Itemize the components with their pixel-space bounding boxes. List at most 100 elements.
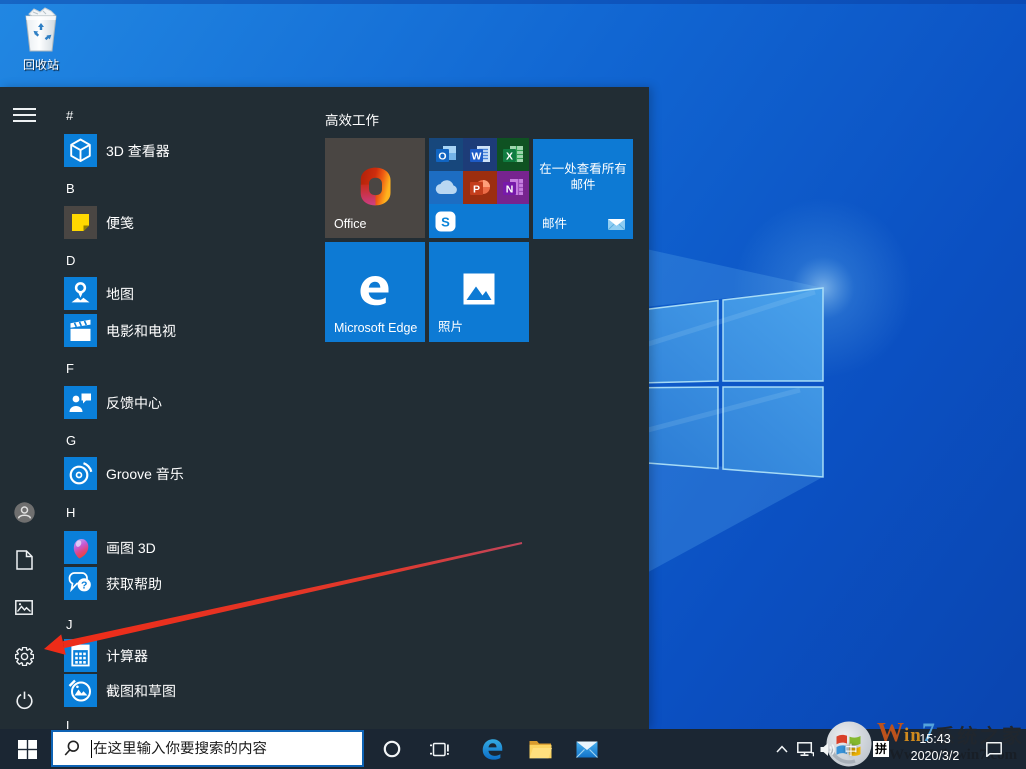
sticky-notes-icon (72, 214, 89, 231)
app-label: 地图 (106, 285, 134, 302)
svg-text:X: X (506, 150, 513, 162)
section-letter[interactable]: D (66, 253, 75, 268)
tray-ime-mode[interactable]: 中 (840, 729, 862, 769)
action-center-button[interactable] (978, 729, 1008, 769)
app-item-3d-viewer[interactable]: 3D 查看器 (64, 134, 170, 167)
svg-text:P: P (473, 183, 480, 195)
outlook-mini: O (429, 138, 463, 171)
tile-label: Microsoft Edge (334, 321, 418, 335)
desktop: 回收站 # 3D 查看器 B 便笺 D 地图 电影和电视 F 反馈中心 G Gr… (0, 0, 1026, 769)
app-label: 截图和草图 (106, 682, 176, 699)
section-letter[interactable]: # (66, 108, 73, 123)
onenote-mini: N (497, 171, 529, 204)
app-item-groove-music[interactable]: Groove 音乐 (64, 457, 184, 490)
photos-logo (463, 273, 495, 305)
section-letter[interactable]: B (66, 181, 75, 196)
word-icon: W (470, 145, 490, 162)
text-cursor (91, 739, 92, 758)
edge-logo (360, 276, 389, 306)
app-icon-tile (64, 457, 97, 490)
section-letter[interactable]: F (66, 361, 74, 376)
maps-icon (71, 282, 90, 303)
search-icon (64, 740, 80, 756)
tray-volume[interactable] (817, 729, 839, 769)
chevron-up-icon (776, 745, 788, 753)
power-icon (15, 691, 33, 710)
office-apps-grid: O W X P N S (429, 138, 529, 238)
recycle-bin[interactable]: 回收站 (12, 6, 70, 73)
tray-date: 2020/3/2 (910, 749, 960, 763)
task-view-button[interactable] (416, 729, 464, 769)
app-icon-tile (64, 314, 97, 347)
skype-icon: S (435, 211, 456, 231)
annotation-arrow (44, 542, 523, 655)
groove-music-icon (69, 462, 93, 485)
start-button[interactable] (7, 729, 47, 769)
excel-icon: X (503, 145, 523, 162)
svg-text:S: S (441, 214, 450, 229)
app-icon-tile (64, 277, 97, 310)
app-item-maps[interactable]: 地图 (64, 277, 134, 310)
section-letter[interactable]: G (66, 433, 76, 448)
app-icon-tile (64, 386, 97, 419)
cortana-icon (383, 740, 401, 758)
user-avatar-icon (13, 502, 35, 523)
edge-icon (482, 739, 502, 760)
speaker-icon (820, 742, 835, 756)
file-explorer-icon (529, 741, 552, 759)
network-icon (796, 741, 814, 756)
app-icon-tile (64, 674, 97, 707)
3d-viewer-icon (70, 138, 91, 163)
powerpoint-icon: P (470, 179, 490, 195)
office-logo (360, 167, 391, 206)
tray-ime-layout[interactable]: 拼 (869, 729, 893, 769)
app-icon-tile (64, 134, 97, 167)
tile-office-apps[interactable]: O W X P N S (429, 138, 529, 238)
tile-office[interactable]: Office (325, 138, 425, 238)
skype-mini: S (429, 204, 529, 238)
tray-clock[interactable]: 15:43 2020/3/2 (899, 729, 971, 769)
action-center-icon (986, 741, 1002, 757)
cortana-button[interactable] (368, 729, 416, 769)
word-mini: W (463, 138, 497, 171)
tray-show-hidden-icons[interactable] (772, 729, 792, 769)
task-view-icon (430, 742, 449, 756)
app-label: 反馈中心 (106, 394, 162, 411)
app-item-snip-sketch[interactable]: 截图和草图 (64, 674, 176, 707)
app-item-sticky-notes[interactable]: 便笺 (64, 206, 134, 239)
taskbar: 中 拼 15:43 2020/3/2 (0, 729, 1026, 769)
hamburger-icon (12, 108, 36, 122)
section-letter[interactable]: H (66, 505, 75, 520)
recycle-bin-label: 回收站 (22, 58, 59, 72)
tile-mail[interactable]: 在一处查看所有邮件 邮件 (533, 139, 633, 239)
taskbar-edge-button[interactable] (468, 729, 516, 769)
onedrive-mini (429, 171, 463, 204)
movies-tv-icon (70, 319, 91, 341)
svg-text:O: O (438, 150, 446, 162)
power-button[interactable] (0, 691, 48, 711)
user-account-button[interactable] (0, 502, 48, 523)
app-item-feedback-hub[interactable]: 反馈中心 (64, 386, 162, 419)
app-item-movies-tv[interactable]: 电影和电视 (64, 314, 176, 347)
tile-label: Office (334, 217, 367, 231)
taskbar-mail-icon (576, 741, 598, 758)
expand-menu-button[interactable] (0, 107, 48, 123)
tile-group-title[interactable]: 高效工作 (325, 109, 379, 129)
tile-edge[interactable]: Microsoft Edge (325, 242, 425, 342)
file-explorer-button[interactable] (516, 729, 564, 769)
excel-mini: X (497, 138, 529, 171)
svg-text:N: N (506, 183, 514, 195)
powerpoint-mini: P (463, 171, 497, 204)
app-label: Groove 音乐 (106, 465, 184, 482)
tray-network[interactable] (794, 729, 816, 769)
recycle-bin-icon (25, 7, 57, 52)
search-input[interactable] (93, 740, 343, 757)
tile-photos[interactable]: 照片 (429, 242, 529, 342)
taskbar-search-box[interactable] (51, 730, 364, 767)
onenote-icon: N (503, 178, 523, 195)
app-label: 便笺 (106, 214, 134, 231)
mail-button[interactable] (563, 729, 611, 769)
feedback-hub-icon (69, 393, 91, 412)
windows-logo-icon (17, 739, 37, 759)
svg-text:W: W (472, 150, 482, 162)
